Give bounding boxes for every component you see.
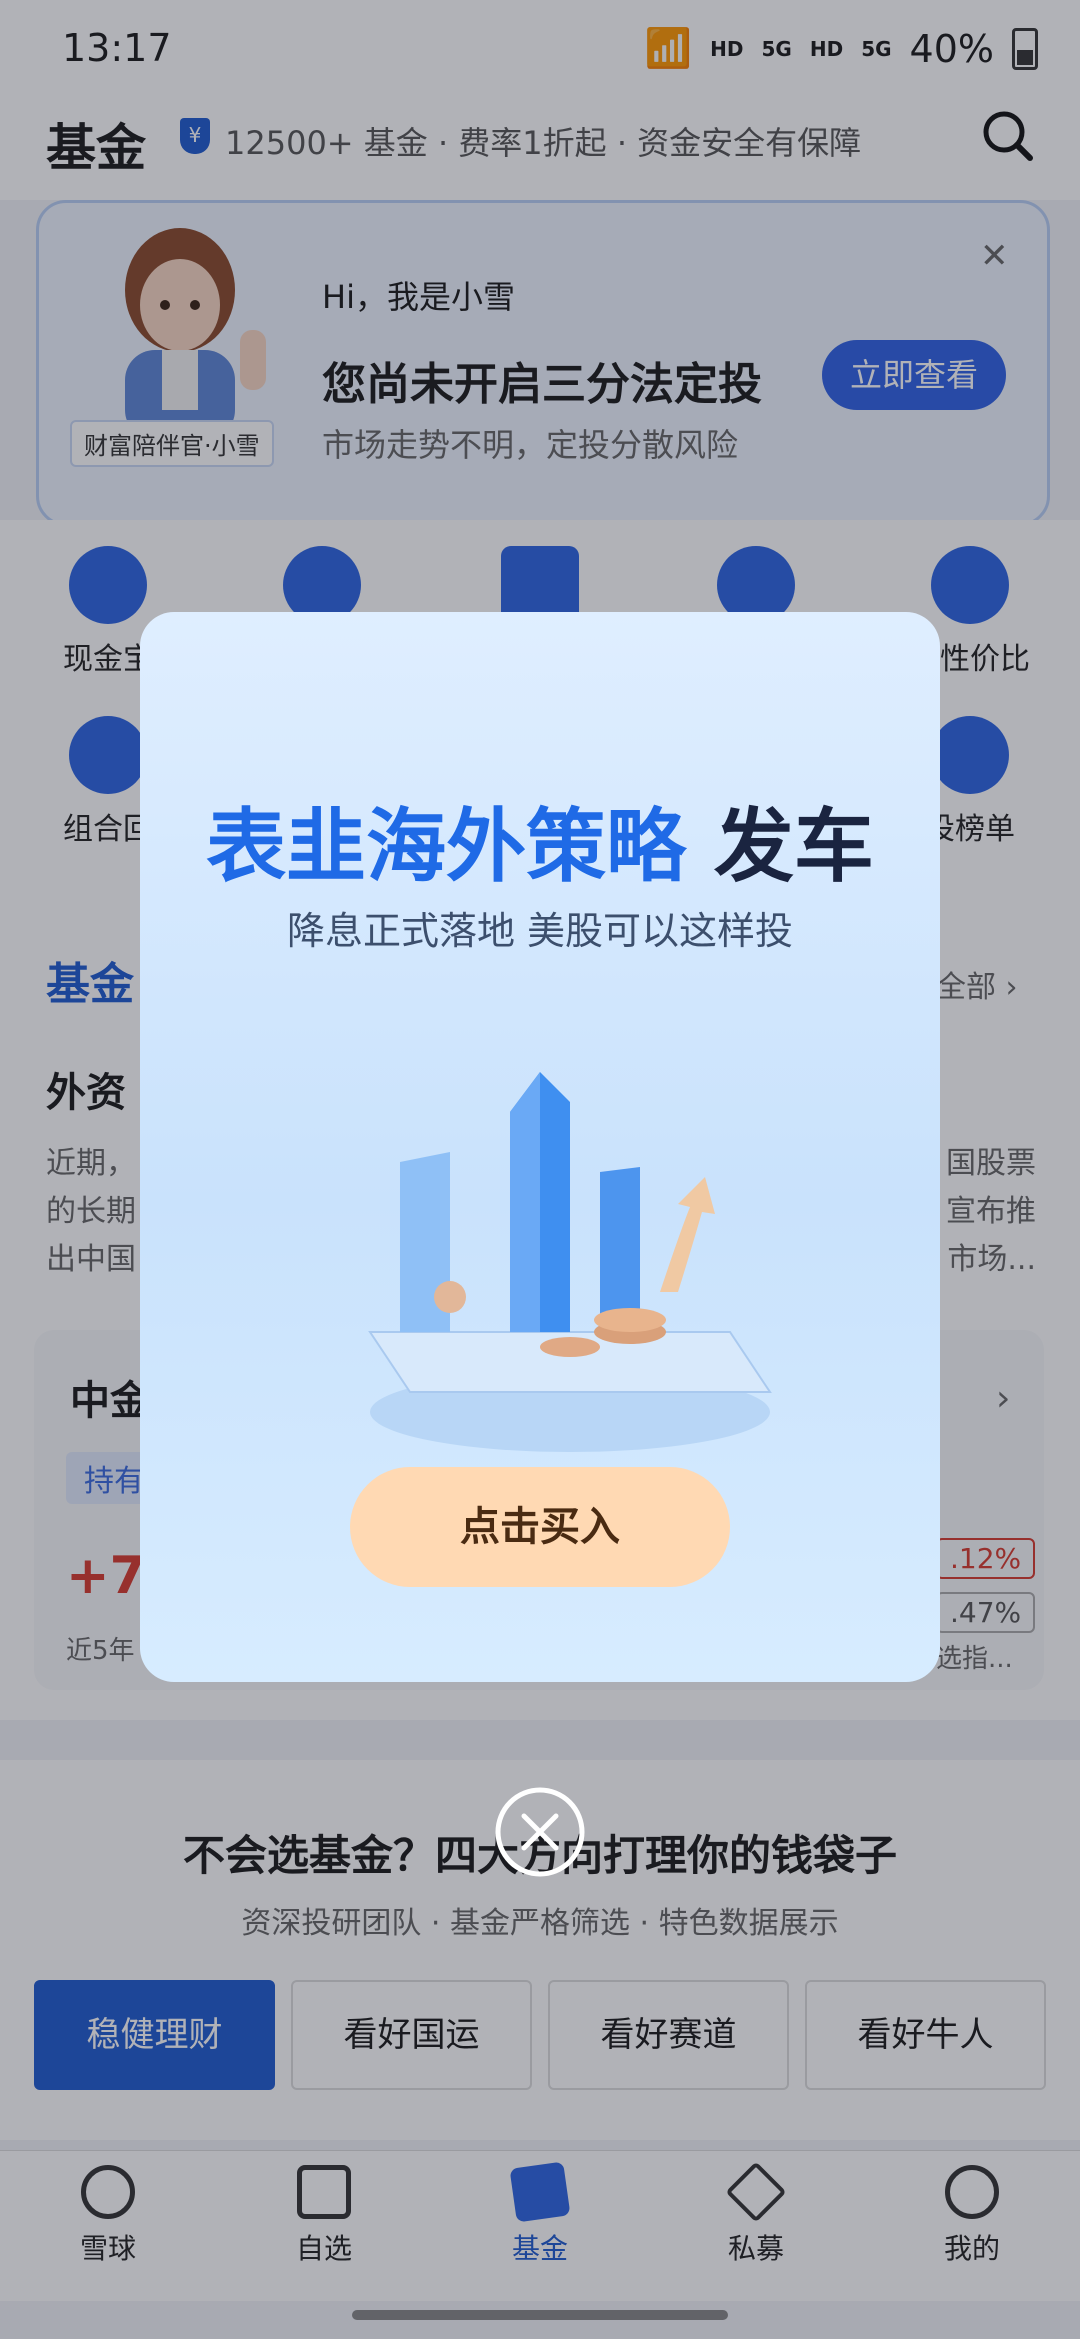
modal-title-blue: 表韭海外策略: [206, 800, 714, 893]
modal-title-dark: 发车: [713, 800, 874, 893]
buy-button[interactable]: 点击买入: [350, 1467, 730, 1587]
modal-close-icon[interactable]: [494, 1786, 586, 1878]
buildings-illustration: [368, 1072, 772, 1452]
modal-subtitle: 降息正式落地 美股可以这样投: [286, 909, 794, 953]
promo-modal: 表韭海外策略 发车 降息正式落地 美股可以这样投 点击买入: [140, 612, 940, 1682]
modal-title: 表韭海外策略 发车: [140, 782, 940, 898]
